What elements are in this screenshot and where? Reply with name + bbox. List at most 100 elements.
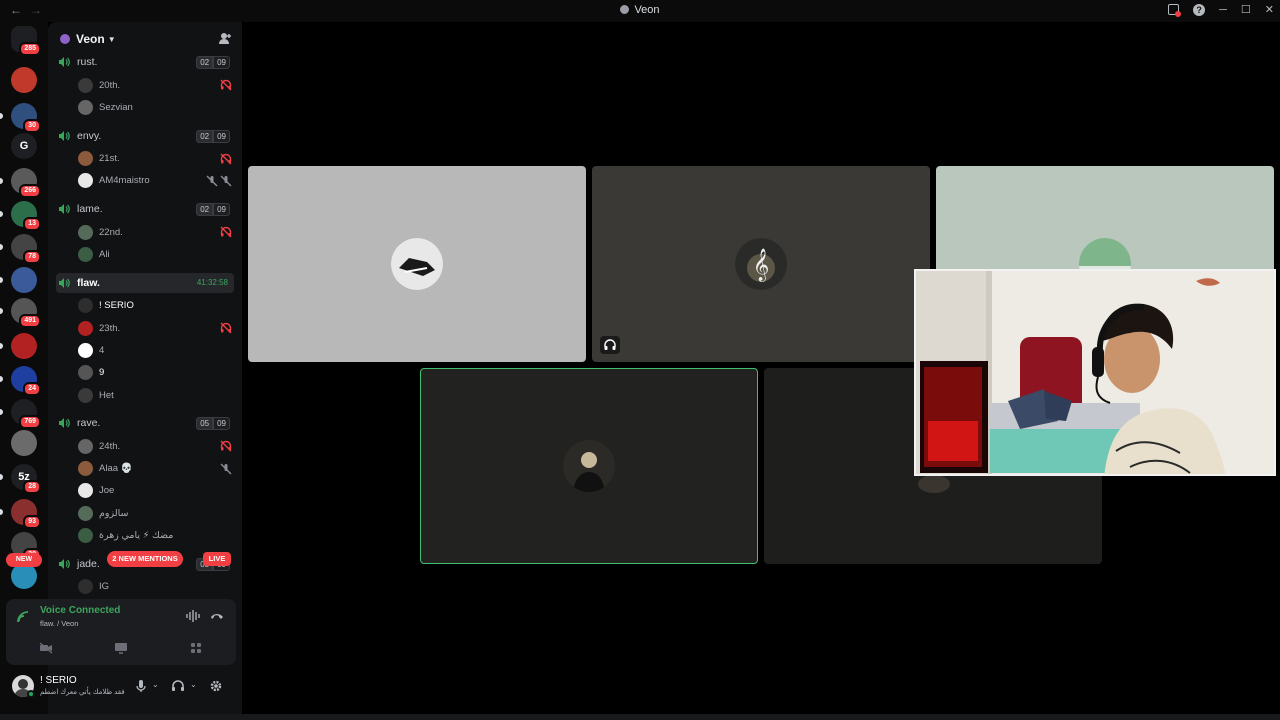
guild-icon	[60, 34, 70, 44]
unread-indicator	[0, 343, 3, 349]
voice-user[interactable]: 4	[78, 340, 234, 360]
server-icon[interactable]: 30	[11, 103, 41, 133]
voice-channel-envy[interactable]: envy. 02 09	[56, 126, 234, 146]
inbox-icon[interactable]	[1168, 4, 1182, 17]
webcam-video-overlay[interactable]	[914, 269, 1276, 476]
invite-people-icon[interactable]	[218, 32, 232, 45]
server-icon[interactable]: 5z 28	[11, 464, 41, 494]
server-icon[interactable]: 93	[11, 499, 41, 529]
server-icon[interactable]: 78	[11, 234, 41, 264]
unread-indicator	[0, 244, 3, 250]
voice-channel-lame[interactable]: lame. 02 09	[56, 199, 234, 219]
title-bar: ← → Veon ? ─ ☐ ✕	[0, 0, 1280, 22]
voice-user[interactable]: 20th.	[78, 75, 234, 95]
user-count: 02	[196, 56, 214, 69]
speaker-icon	[59, 558, 70, 569]
server-icon[interactable]	[11, 267, 37, 293]
voice-user[interactable]: Ali	[78, 245, 234, 265]
voice-user[interactable]: مضك ⚡ يامي زهرة	[78, 526, 234, 546]
voice-user[interactable]: 21st.	[78, 149, 234, 169]
voice-user[interactable]: 24th.	[78, 436, 234, 456]
user-count: 05	[196, 417, 214, 431]
server-icon[interactable]: 266	[11, 168, 41, 198]
deafened-indicator	[600, 336, 620, 354]
settings-gear-icon[interactable]	[209, 679, 223, 693]
voice-user[interactable]: AM4maistro	[78, 171, 234, 191]
voice-user[interactable]: 9	[78, 363, 234, 383]
server-icon[interactable]	[11, 333, 37, 359]
microphone-icon[interactable]	[134, 679, 148, 693]
voice-user-name: Het	[99, 389, 114, 401]
server-icon[interactable]: 13	[11, 201, 41, 231]
voice-user[interactable]: Joe	[78, 481, 234, 501]
new-unreads-pill[interactable]: NEW	[6, 553, 42, 567]
noise-suppression-icon[interactable]	[186, 610, 200, 622]
speaker-icon	[59, 277, 70, 288]
mic-options-chevron-icon[interactable]: ⌄	[152, 680, 159, 689]
voice-status-title[interactable]: Voice Connected	[40, 605, 120, 616]
voice-channel-flaw[interactable]: flaw. 41:32:58	[56, 272, 234, 293]
call-timer: 41:32:58	[196, 277, 228, 287]
voice-user-avatar	[78, 99, 93, 115]
voice-user[interactable]: ! SERIO	[78, 296, 234, 316]
speaker-icon	[59, 418, 70, 429]
activities-button[interactable]	[164, 639, 228, 657]
server-icon[interactable]: 24	[11, 366, 41, 396]
voice-channel-rust[interactable]: rust. 02 09	[56, 52, 234, 72]
voice-user[interactable]: IG	[78, 577, 234, 597]
unread-indicator	[0, 211, 3, 217]
unread-indicator	[0, 409, 3, 415]
server-icon[interactable]: 285	[11, 26, 41, 56]
new-mentions-pill[interactable]: 2 NEW MENTIONS	[107, 551, 183, 567]
server-initials: G	[19, 140, 29, 152]
unread-indicator	[0, 277, 3, 283]
server-icon[interactable]: 491	[11, 298, 41, 328]
deafened-icon	[220, 153, 232, 165]
user-limit-badge: 0509	[196, 417, 230, 431]
unread-indicator	[0, 308, 3, 314]
audio-options-chevron-icon[interactable]: ⌄	[190, 680, 197, 689]
voice-channel-name: envy.	[77, 129, 102, 142]
user-count: 02	[196, 129, 214, 143]
voice-connected-panel: Voice Connected flaw. / Veon	[6, 599, 236, 665]
camera-off-button[interactable]	[14, 639, 78, 657]
signal-strength-icon[interactable]	[16, 610, 30, 624]
headphones-icon[interactable]	[171, 679, 185, 693]
screen-share-button[interactable]	[89, 639, 153, 657]
server-icon[interactable]: G	[11, 133, 37, 159]
close-button[interactable]: ✕	[1265, 3, 1274, 16]
voice-user-name: مضك ⚡ يامي زهرة	[99, 530, 174, 541]
disconnect-icon[interactable]	[210, 610, 224, 622]
voice-channel-name: rust.	[77, 56, 98, 68]
voice-user[interactable]: سالزوم	[78, 503, 234, 523]
voice-user[interactable]: 22nd.	[78, 222, 234, 242]
guild-header[interactable]: Veon ▼	[48, 22, 242, 56]
maximize-button[interactable]: ☐	[1241, 3, 1251, 16]
window-title: Veon	[0, 4, 1280, 16]
participant-avatar	[563, 440, 615, 492]
mention-badge: 93	[23, 515, 41, 529]
minimize-button[interactable]: ─	[1219, 4, 1227, 16]
voice-user-name: 24th.	[99, 440, 121, 452]
mention-badge: 266	[19, 184, 41, 198]
voice-user-name: 23th.	[99, 322, 121, 334]
participant-tile[interactable]: 𝄞	[592, 166, 930, 362]
mention-badge: 28	[23, 480, 41, 494]
server-icon[interactable]	[11, 430, 37, 456]
user-name[interactable]: ! SERIO	[40, 675, 77, 686]
user-limit: 09	[213, 417, 230, 431]
voice-user-avatar	[78, 438, 93, 454]
voice-user[interactable]: Het	[78, 385, 234, 405]
help-icon[interactable]: ?	[1193, 3, 1206, 16]
participant-tile-speaking[interactable]	[420, 368, 758, 564]
voice-user-avatar	[78, 505, 93, 521]
participant-tile[interactable]	[248, 166, 586, 362]
window-controls: ? ─ ☐ ✕	[1168, 3, 1274, 17]
voice-channel-rave[interactable]: rave. 05 09	[56, 413, 234, 433]
server-icon[interactable]	[11, 67, 37, 93]
voice-user-name: 21st.	[99, 153, 120, 165]
voice-user[interactable]: Alaa 💀	[78, 459, 234, 479]
voice-user[interactable]: Sezvian	[78, 97, 234, 117]
voice-user[interactable]: 23th.	[78, 318, 234, 338]
server-icon[interactable]: 769	[11, 399, 41, 429]
